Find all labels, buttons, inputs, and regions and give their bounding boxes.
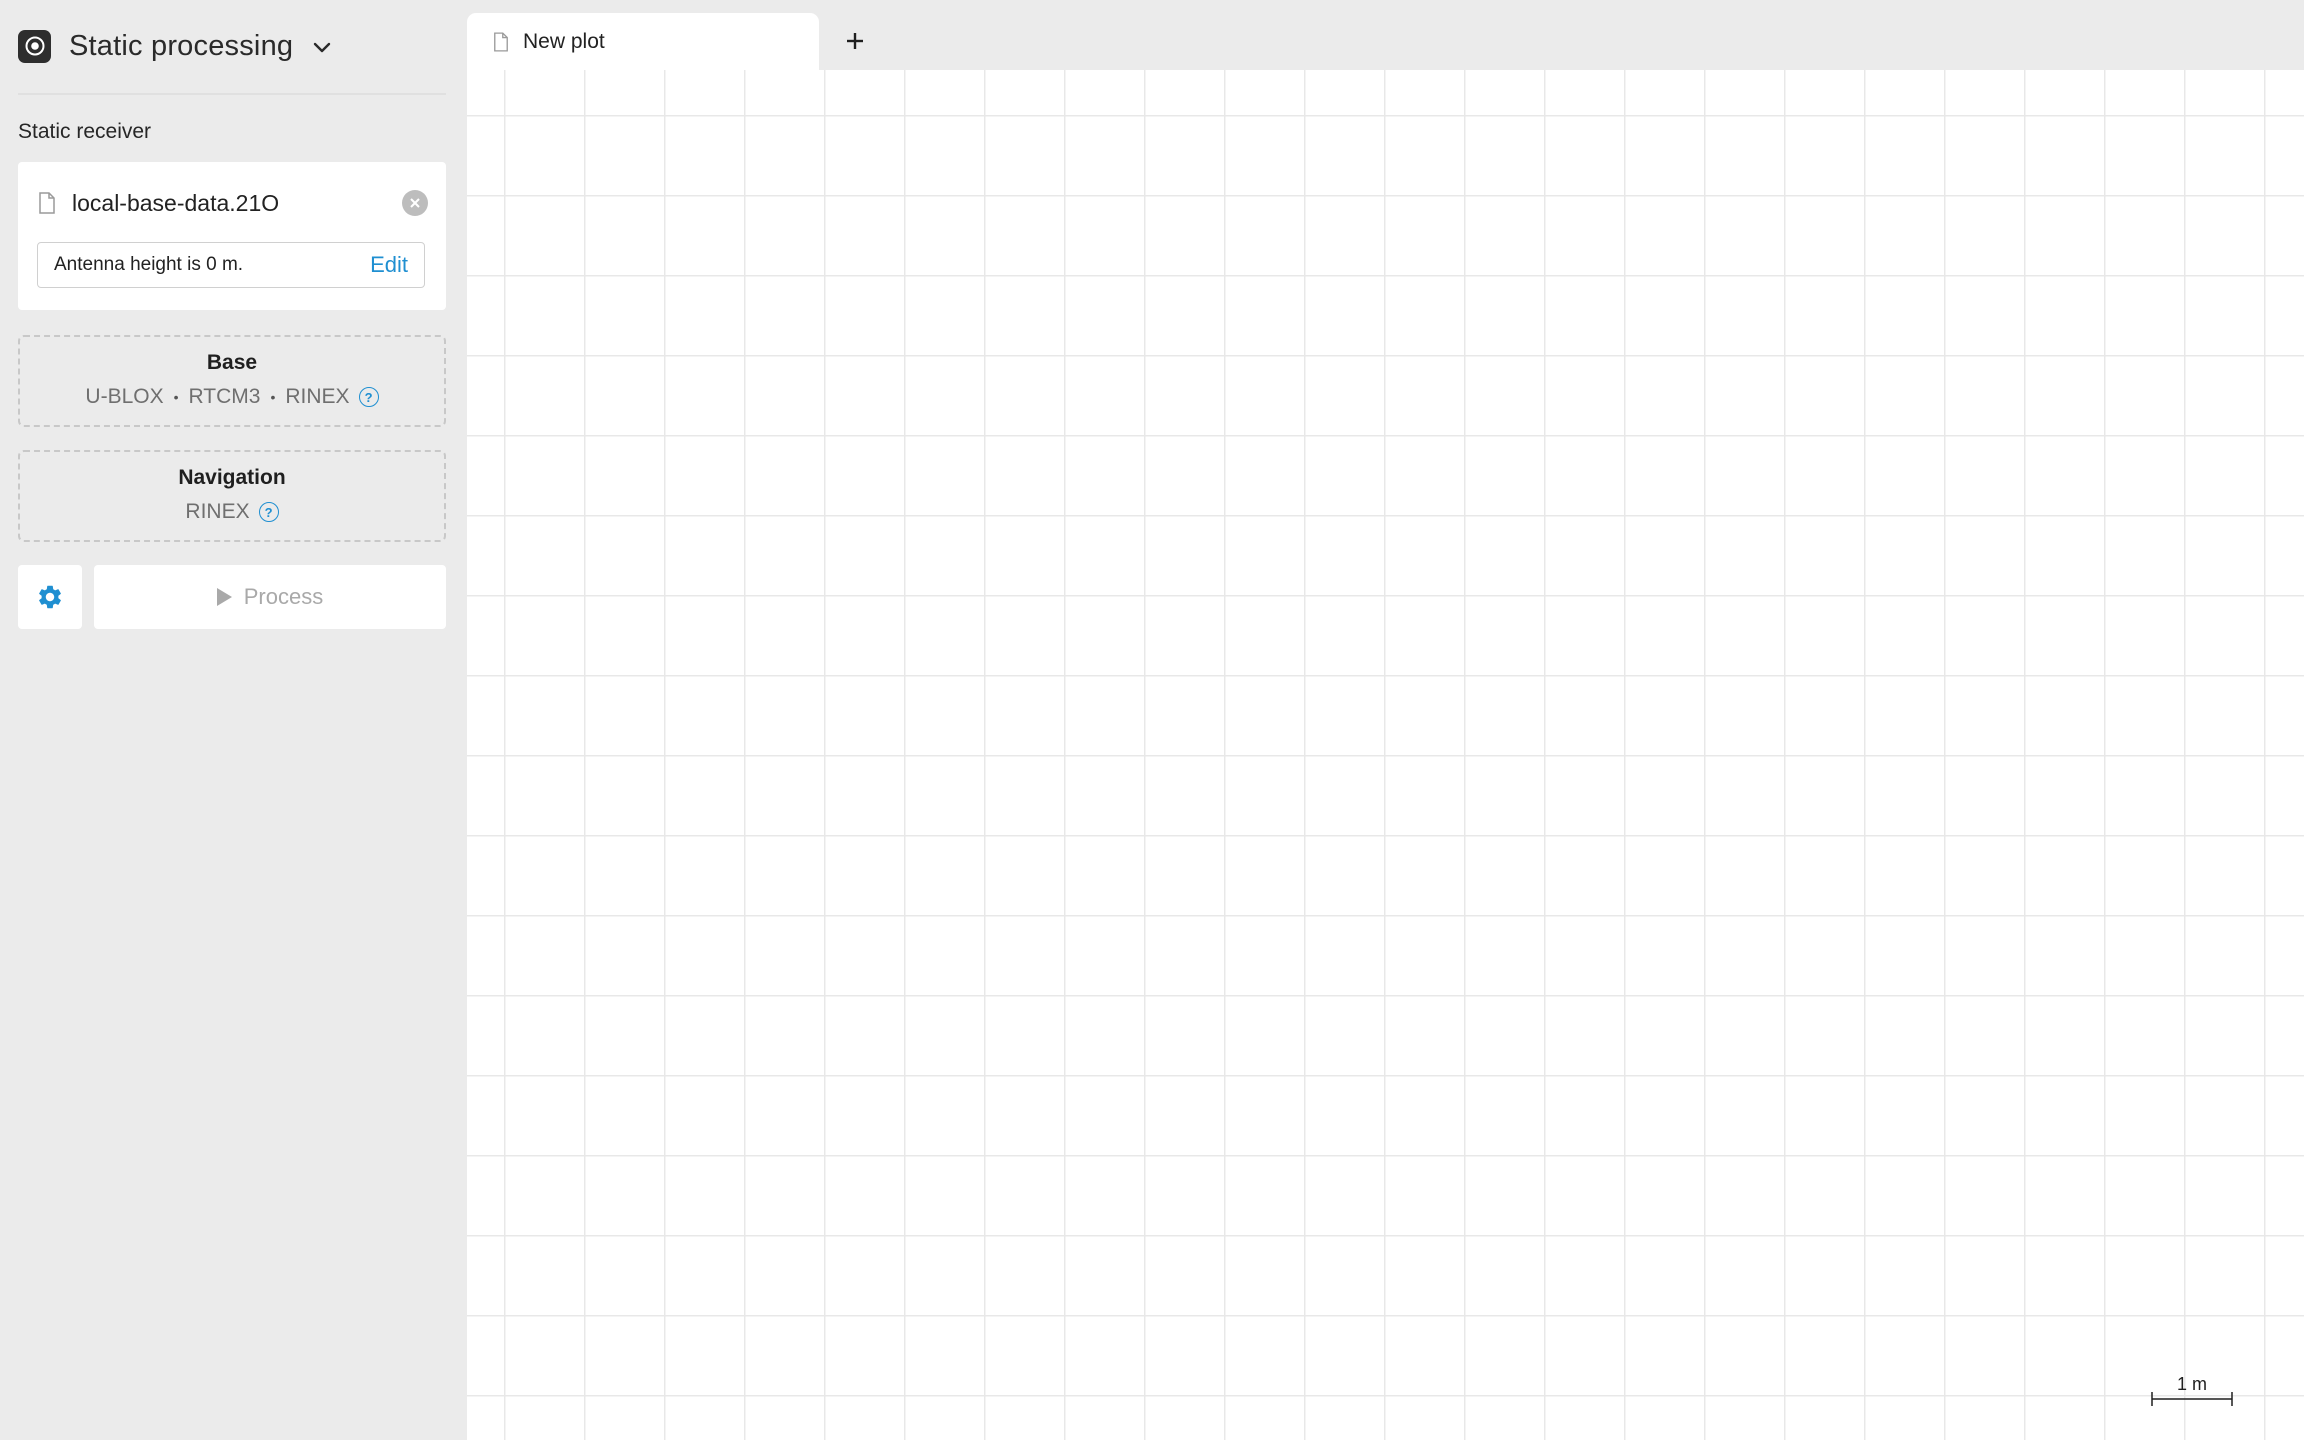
file-row: local-base-data.21O [38,188,428,218]
settings-button[interactable] [18,565,82,629]
gear-icon [39,585,61,609]
add-tab-button[interactable] [837,23,873,59]
play-icon [216,588,232,606]
navigation-title: Navigation [178,466,286,489]
scale-line [2151,1392,2233,1406]
base-formats: U-BLOX • RTCM3 • RINEX ? [20,385,444,409]
page-title: Static processing [69,29,294,62]
navigation-drop-zone[interactable]: Navigation RINEX ? [18,450,446,542]
help-icon[interactable]: ? [258,502,279,522]
tab-bar: New plot [467,0,2304,70]
plus-icon [847,33,863,49]
help-icon[interactable]: ? [358,387,379,407]
base-title: Base [206,351,258,374]
format-rinex: RINEX [285,385,350,408]
format-rtcm3: RTCM3 [188,385,261,408]
format-ublox: U-BLOX [85,385,164,408]
process-label: Process [243,584,324,609]
tab-label: New plot [523,29,605,53]
file-icon [39,192,55,214]
target-icon [18,29,51,63]
format-separator: • [270,389,276,405]
file-name: local-base-data.21O [72,189,280,216]
file-card: local-base-data.21O Antenna height is 0 … [18,162,446,310]
app-window: Static processing Static receiver local-… [0,0,2304,1440]
antenna-height-field: Antenna height is 0 m. Edit [37,242,425,288]
format-rinex: RINEX [185,500,250,523]
chevron-down-icon [314,42,331,53]
file-icon [494,31,508,52]
tab-new-plot[interactable]: New plot [467,13,819,70]
navigation-formats: RINEX ? [20,500,444,524]
remove-file-button[interactable] [402,190,428,216]
edit-antenna-button[interactable]: Edit [370,252,408,278]
format-separator: • [173,389,179,405]
sidebar: Static processing Static receiver local-… [0,0,467,1440]
plot-canvas[interactable]: 1 m [467,70,2304,1440]
process-button[interactable]: Process [94,565,446,629]
section-label-static-receiver: Static receiver [18,120,152,143]
antenna-height-text: Antenna height is 0 m. [54,254,244,275]
base-drop-zone[interactable]: Base U-BLOX • RTCM3 • RINEX ? [18,335,446,427]
scale-bar: 1 m [2151,1374,2233,1414]
mode-selector[interactable]: Static processing [18,28,331,64]
header-divider [18,93,446,95]
close-icon [410,198,420,208]
